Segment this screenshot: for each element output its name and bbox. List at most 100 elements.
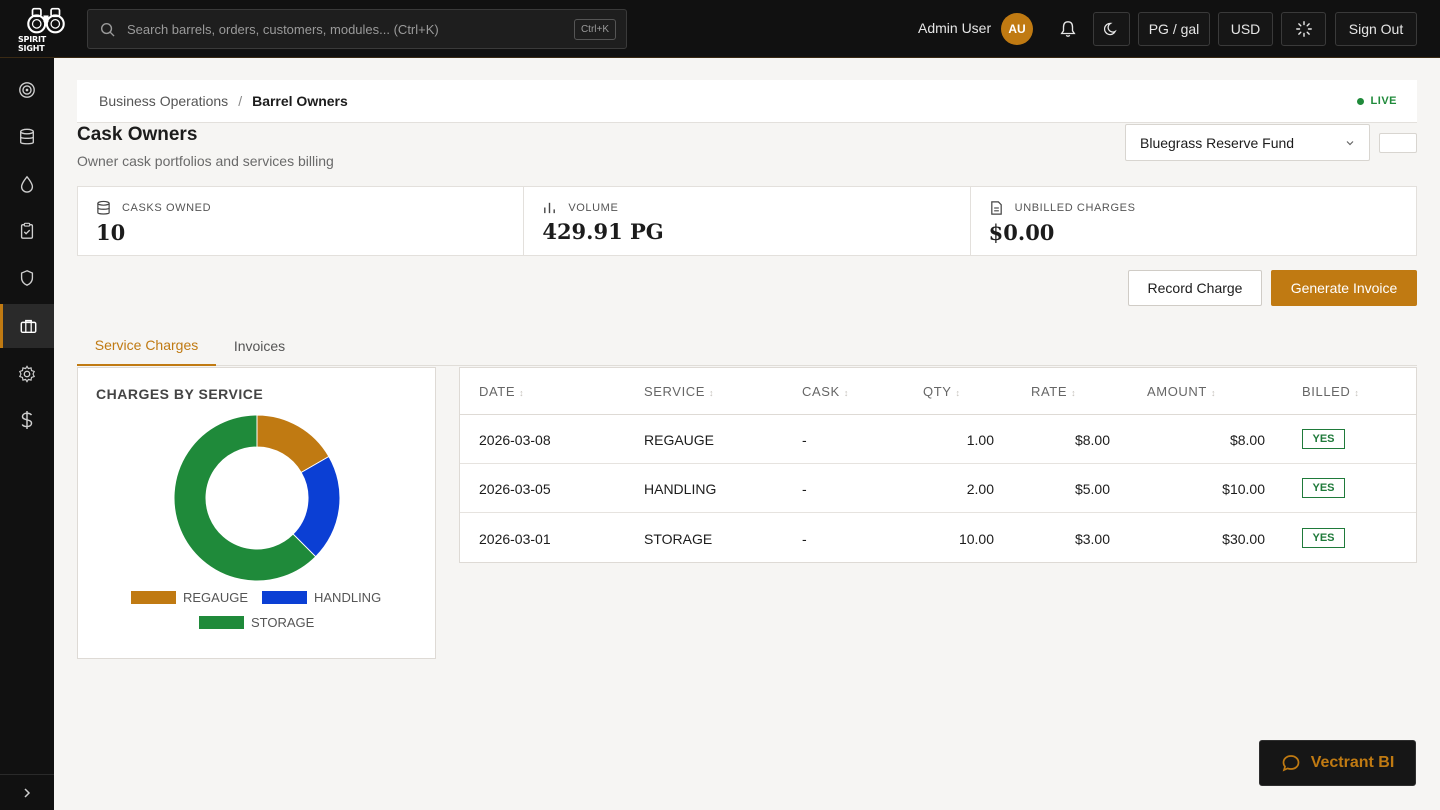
stat-volume: VOLUME 429.91 PG: [524, 187, 971, 255]
app-logo[interactable]: SPIRIT SIGHT: [18, 7, 74, 53]
breadcrumb-current: Barrel Owners: [252, 93, 348, 109]
unit-toggle-button[interactable]: PG / gal: [1138, 12, 1210, 46]
search-icon: [100, 22, 115, 37]
column-header-billed[interactable]: BILLED ↕: [1302, 384, 1360, 399]
sign-out-button[interactable]: Sign Out: [1335, 12, 1417, 46]
chevron-right-icon: [24, 787, 31, 798]
clipboard-icon: [20, 222, 34, 239]
spinner-icon: [1295, 21, 1312, 37]
chart-title: CHARGES BY SERVICE: [96, 386, 264, 402]
chat-bubble-icon: [1282, 755, 1300, 772]
cell-cask: -: [802, 530, 807, 547]
binoculars-icon: [27, 7, 65, 34]
stat-unbilled-charges: UNBILLED CHARGES $0.00: [971, 187, 1416, 255]
sidebar-item-inventory[interactable]: [0, 115, 54, 159]
column-header-service[interactable]: SERVICE ↕: [644, 384, 714, 399]
chevron-down-icon: [1346, 140, 1354, 145]
cell-amount: $30.00: [1222, 530, 1265, 547]
sidebar: [0, 58, 54, 810]
notifications-button[interactable]: [1052, 13, 1084, 45]
droplet-icon: [20, 175, 34, 193]
cell-cask: -: [802, 481, 807, 498]
barrel-icon: [97, 200, 110, 215]
stat-label: UNBILLED CHARGES: [1014, 202, 1136, 214]
owner-select[interactable]: Bluegrass Reserve Fund: [1125, 124, 1370, 161]
legend-item-regauge: REGAUGE: [131, 590, 248, 605]
search-bar[interactable]: Ctrl+K: [87, 9, 627, 49]
breadcrumb-parent[interactable]: Business Operations: [99, 93, 228, 109]
vectrant-bi-label: Vectrant BI: [1310, 754, 1395, 771]
vectrant-bi-button[interactable]: Vectrant BI: [1259, 740, 1416, 786]
sidebar-expand-button[interactable]: [0, 774, 54, 810]
theme-toggle-button[interactable]: [1093, 12, 1130, 46]
avatar[interactable]: AU: [1001, 13, 1033, 45]
top-bar: SPIRIT SIGHT Ctrl+K Admin User AU PG / g…: [0, 0, 1440, 58]
cell-amount: $10.00: [1222, 481, 1265, 498]
stats-panel: CASKS OWNED 10 VOLUME 429.91 PG UNBILLED…: [77, 186, 1417, 256]
currency-button[interactable]: USD: [1218, 12, 1273, 46]
database-icon: [20, 128, 34, 145]
legend-swatch: [131, 591, 176, 604]
search-input[interactable]: [127, 21, 574, 37]
sidebar-item-production[interactable]: [0, 162, 54, 206]
charges-by-service-card: CHARGES BY SERVICE REGAUGE HANDLING STOR…: [77, 367, 436, 659]
stat-label: CASKS OWNED: [122, 202, 212, 214]
live-dot-icon: [1356, 97, 1364, 105]
cell-qty: 2.00: [966, 481, 994, 498]
cell-date: 2026-03-08: [479, 432, 551, 448]
gear-icon: [18, 365, 36, 383]
live-status-text: LIVE: [1370, 95, 1397, 107]
sidebar-item-settings[interactable]: [0, 352, 54, 396]
legend-label: HANDLING: [314, 590, 382, 605]
sidebar-item-finance[interactable]: [0, 398, 54, 442]
column-header-rate[interactable]: RATE ↕: [1031, 384, 1076, 399]
tab-invoices[interactable]: Invoices: [216, 325, 303, 366]
live-status-badge: LIVE: [1356, 95, 1397, 107]
record-charge-button[interactable]: Record Charge: [1128, 270, 1262, 306]
legend-label: STORAGE: [251, 615, 315, 630]
cell-date: 2026-03-05: [479, 481, 551, 498]
stat-label: VOLUME: [568, 201, 619, 214]
legend-item-storage: STORAGE: [199, 615, 314, 630]
sidebar-item-business[interactable]: [0, 304, 54, 348]
cell-rate: $8.00: [1074, 432, 1110, 448]
bar-chart-icon: [544, 202, 556, 214]
shield-icon: [20, 270, 34, 286]
column-header-date[interactable]: DATE ↕: [479, 384, 524, 399]
table-row[interactable]: 2026-03-01 STORAGE - 10.00 $3.00 $30.00 YES: [460, 514, 1416, 563]
column-header-cask[interactable]: CASK ↕: [802, 384, 849, 399]
sidebar-item-tasks[interactable]: [0, 209, 54, 253]
generate-invoice-button[interactable]: Generate Invoice: [1271, 270, 1417, 306]
document-icon: [990, 201, 1002, 215]
sidebar-item-compliance[interactable]: [0, 256, 54, 300]
page-title: Cask Owners: [77, 124, 198, 145]
owner-options-toggle[interactable]: [1379, 133, 1417, 153]
service-charges-table: DATE ↕ SERVICE ↕ CASK ↕ QTY ↕ RATE ↕ AMOUNT ↕ …: [459, 367, 1417, 563]
briefcase-icon: [20, 319, 37, 334]
table-row[interactable]: 2026-03-08 REGAUGE - 1.00 $8.00 $8.00 YES: [460, 415, 1416, 464]
cell-qty: 1.00: [966, 432, 994, 448]
user-name: Admin User: [918, 20, 992, 36]
loading-button[interactable]: [1281, 12, 1326, 46]
legend-label: REGAUGE: [183, 590, 249, 605]
tab-service-charges[interactable]: Service Charges: [77, 325, 216, 366]
stat-value: 429.91 PG: [542, 219, 664, 244]
tab-bar: Service Charges Invoices: [77, 325, 1417, 366]
cell-qty: 10.00: [958, 530, 994, 547]
dollar-icon: [21, 411, 33, 429]
column-header-qty[interactable]: QTY ↕: [923, 384, 961, 399]
stat-casks-owned: CASKS OWNED 10: [78, 187, 525, 255]
sidebar-item-dashboard[interactable]: [0, 68, 54, 112]
billed-badge: YES: [1302, 478, 1345, 499]
target-icon: [19, 82, 35, 98]
breadcrumb: Business Operations / Barrel Owners LIVE: [77, 80, 1417, 123]
moon-icon: [1103, 22, 1117, 36]
cell-rate: $5.00: [1074, 481, 1110, 498]
stat-value: 10: [96, 220, 126, 245]
table-row[interactable]: 2026-03-05 HANDLING - 2.00 $5.00 $10.00 YES: [460, 464, 1416, 514]
cell-service: REGAUGE: [644, 432, 715, 448]
breadcrumb-separator: /: [238, 93, 243, 109]
cell-date: 2026-03-01: [479, 530, 551, 547]
billed-badge: YES: [1302, 429, 1345, 449]
column-header-amount[interactable]: AMOUNT ↕: [1147, 384, 1216, 399]
